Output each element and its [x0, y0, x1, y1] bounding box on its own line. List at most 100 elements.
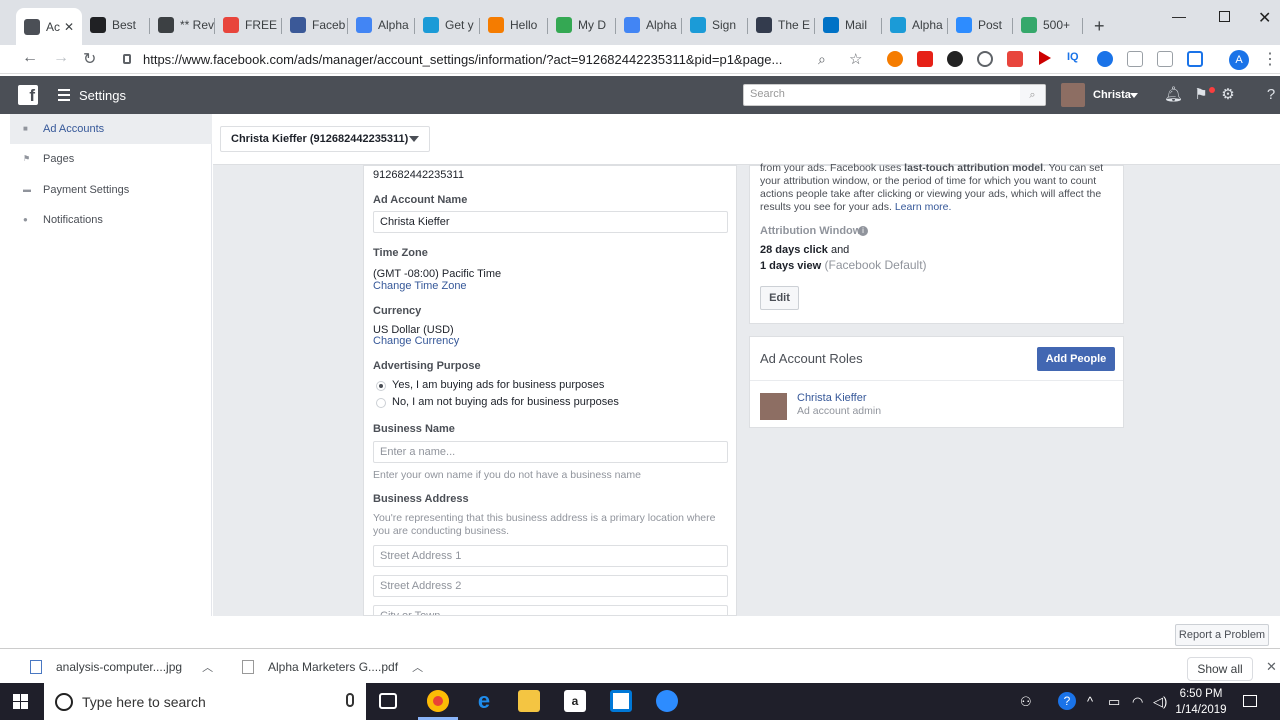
bookmark-star-icon[interactable]: ☆: [849, 50, 862, 68]
tab-label: Faceb: [312, 18, 346, 32]
business-name-input[interactable]: Enter a name...: [373, 441, 728, 463]
extension-icon[interactable]: [1097, 51, 1113, 67]
browser-tab[interactable]: Ac ✕: [16, 8, 82, 45]
volume-icon[interactable]: ◁): [1153, 694, 1167, 710]
browser-tab[interactable]: ** Rev: [150, 10, 215, 40]
browser-tab[interactable]: Hello: [480, 10, 548, 40]
info-icon[interactable]: i: [858, 226, 868, 236]
new-tab-button[interactable]: +: [1094, 16, 1105, 37]
extension-icon[interactable]: [1007, 51, 1023, 67]
amazon-icon[interactable]: a: [564, 690, 586, 712]
sidebar-item-payment-settings[interactable]: ▬ Payment Settings: [10, 175, 212, 205]
city-input[interactable]: City or Town: [373, 605, 728, 615]
edge-icon[interactable]: e: [473, 690, 495, 712]
facebook-logo-icon[interactable]: f: [18, 85, 38, 105]
close-window-icon[interactable]: ✕: [1258, 8, 1271, 28]
browser-tab[interactable]: Mail: [815, 10, 882, 40]
task-view-icon[interactable]: [379, 693, 397, 709]
learn-more-link[interactable]: Learn more.: [895, 201, 952, 213]
taskbar-clock[interactable]: 6:50 PM 1/14/2019: [1172, 686, 1230, 718]
sidebar-item-pages[interactable]: ⚑ Pages: [10, 144, 212, 174]
user-menu-caret-icon[interactable]: [1130, 93, 1138, 98]
browser-tab[interactable]: The E: [748, 10, 815, 40]
extension-icon[interactable]: [977, 51, 993, 67]
url-field[interactable]: https://www.facebook.com/ads/manager/acc…: [143, 52, 803, 67]
help-icon[interactable]: ?: [1263, 87, 1279, 103]
browser-tab[interactable]: Alpha: [882, 10, 948, 40]
download-item[interactable]: analysis-computer....jpg ︿: [30, 649, 213, 684]
browser-tab[interactable]: Post: [948, 10, 1013, 40]
purpose-yes-label[interactable]: Yes, I am buying ads for business purpos…: [392, 379, 604, 391]
taskbar-search[interactable]: Type here to search: [44, 683, 366, 720]
extension-icon[interactable]: [1187, 51, 1203, 67]
ad-account-name-field[interactable]: Christa Kieffer: [373, 211, 728, 233]
account-selector[interactable]: Christa Kieffer (912682442235311): [220, 126, 430, 152]
browser-tab[interactable]: Get y: [415, 10, 480, 40]
extension-icon[interactable]: [1157, 51, 1173, 67]
purpose-no-radio[interactable]: [376, 398, 386, 408]
chevron-up-icon[interactable]: ︿: [202, 659, 213, 675]
purpose-no-label[interactable]: No, I am not buying ads for business pur…: [392, 396, 619, 408]
zoom-icon[interactable]: ⌕: [818, 51, 826, 68]
help-icon[interactable]: ?: [1058, 692, 1076, 710]
youtube-extension-icon[interactable]: [917, 51, 933, 67]
show-all-downloads-button[interactable]: Show all: [1187, 657, 1253, 681]
maximize-icon[interactable]: [1219, 11, 1230, 22]
search-input[interactable]: Search: [743, 84, 1046, 106]
browser-tab[interactable]: Faceb: [282, 10, 348, 40]
people-icon[interactable]: ⚇: [1020, 694, 1032, 710]
play-extension-icon[interactable]: [1039, 51, 1051, 65]
chevron-up-icon[interactable]: ^: [1087, 694, 1093, 709]
close-downloads-icon[interactable]: ✕: [1266, 659, 1277, 675]
chevron-up-icon[interactable]: ︿: [412, 659, 423, 675]
windows-start-icon[interactable]: [13, 694, 29, 710]
gear-icon[interactable]: ⚙: [1220, 87, 1236, 103]
user-avatar[interactable]: [1061, 83, 1085, 107]
purpose-yes-radio[interactable]: [376, 381, 386, 391]
close-tab-icon[interactable]: ✕: [64, 20, 74, 34]
edit-attribution-button[interactable]: Edit: [760, 286, 799, 310]
lock-icon: [123, 54, 131, 64]
browser-tab[interactable]: My D: [548, 10, 616, 40]
store-icon[interactable]: [610, 690, 632, 712]
file-explorer-icon[interactable]: [518, 690, 540, 712]
extension-icon[interactable]: [1127, 51, 1143, 67]
wifi-icon[interactable]: ◠: [1132, 694, 1143, 710]
user-name[interactable]: Christa: [1093, 89, 1131, 101]
search-icon[interactable]: ⌕: [1020, 85, 1045, 105]
reload-icon[interactable]: ↻: [83, 49, 96, 69]
role-person-name[interactable]: Christa Kieffer: [797, 392, 867, 404]
avatar[interactable]: [760, 393, 787, 420]
sidebar-item-ad-accounts[interactable]: ■ Ad Accounts: [10, 114, 212, 144]
browser-tab[interactable]: Sign: [682, 10, 748, 40]
iq-extension-icon[interactable]: IQ: [1067, 51, 1083, 67]
report-problem-button[interactable]: Report a Problem: [1175, 624, 1269, 646]
flag-icon[interactable]: ⚑: [1193, 87, 1209, 103]
notifications-bell-icon[interactable]: 🔔︎: [1164, 87, 1183, 103]
chrome-icon[interactable]: [427, 690, 449, 712]
browser-tab[interactable]: Alpha: [348, 10, 415, 40]
hamburger-menu-icon[interactable]: [58, 89, 70, 104]
browser-tab[interactable]: FREE: [215, 10, 282, 40]
extension-icon[interactable]: [947, 51, 963, 67]
zoom-app-icon[interactable]: [656, 690, 678, 712]
change-time-zone-link[interactable]: Change Time Zone: [373, 280, 467, 292]
extension-icon[interactable]: [887, 51, 903, 67]
forward-icon[interactable]: →: [53, 49, 69, 67]
browser-tab[interactable]: Alpha: [616, 10, 682, 40]
add-people-button[interactable]: Add People: [1037, 347, 1115, 371]
browser-tab[interactable]: 500+: [1013, 10, 1083, 40]
action-center-icon[interactable]: [1243, 695, 1257, 707]
menu-icon[interactable]: ⋮: [1262, 49, 1278, 69]
download-item[interactable]: Alpha Marketers G....pdf ︿: [242, 649, 423, 684]
minimize-icon[interactable]: —: [1172, 8, 1186, 24]
street-address-1-input[interactable]: Street Address 1: [373, 545, 728, 567]
profile-avatar[interactable]: A: [1229, 50, 1249, 70]
sidebar-item-notifications[interactable]: ● Notifications: [10, 205, 212, 235]
battery-icon[interactable]: ▭: [1108, 694, 1120, 710]
browser-tab[interactable]: Best: [82, 10, 150, 40]
microphone-icon[interactable]: [346, 693, 354, 707]
street-address-2-input[interactable]: Street Address 2: [373, 575, 728, 597]
change-currency-link[interactable]: Change Currency: [373, 335, 459, 347]
back-icon[interactable]: ←: [22, 49, 38, 67]
